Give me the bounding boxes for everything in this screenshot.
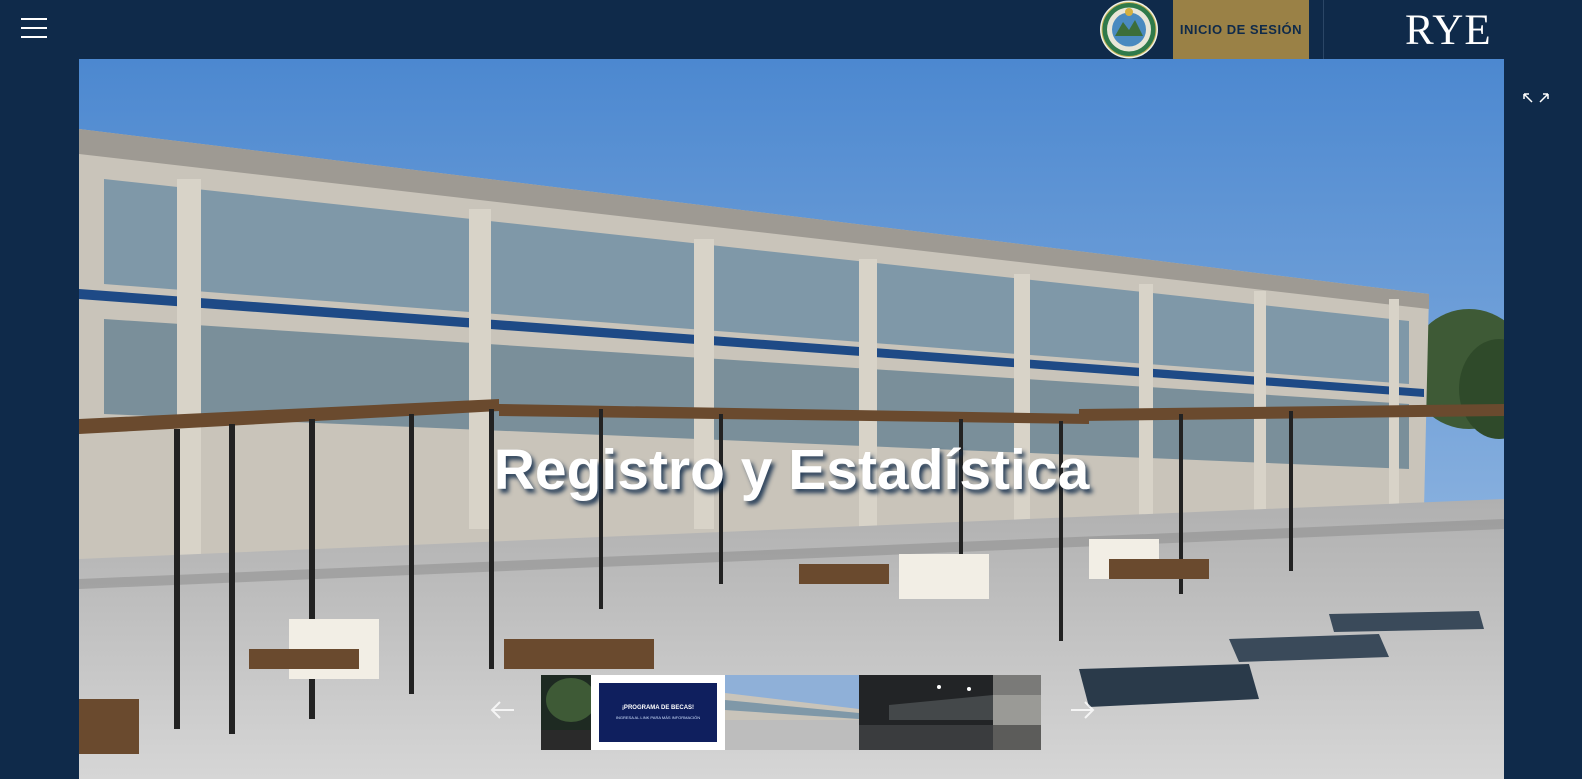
hero-title: Registro y Estadística [493, 438, 1090, 502]
promo-thumbnail: ¡PROGRAMA DE BECAS! INGRESA AL LINK PARA… [599, 683, 717, 742]
expand-icon[interactable] [1521, 90, 1551, 110]
site-logo[interactable]: RYE [1405, 6, 1492, 55]
hamburger-icon[interactable] [21, 18, 47, 40]
carousel-thumbnails: ¡PROGRAMA DE BECAS! INGRESA AL LINK PARA… [541, 675, 1041, 750]
promo-title: ¡PROGRAMA DE BECAS! [621, 705, 695, 711]
carousel-thumbnail[interactable] [725, 675, 859, 750]
header-divider [1323, 0, 1324, 59]
login-button[interactable]: INICIO DE SESIÓN [1173, 0, 1309, 59]
promo-subtitle: INGRESA AL LINK PARA MÁS INFORMACIÓN [615, 715, 701, 720]
carousel-thumbnail[interactable] [859, 675, 993, 750]
arrow-right-icon[interactable] [1067, 695, 1097, 725]
hero-background-image [79, 59, 1504, 779]
carousel-thumbnail[interactable] [993, 675, 1041, 750]
top-navbar: INICIO DE SESIÓN RYE [0, 0, 1582, 59]
university-seal-icon[interactable] [1099, 0, 1159, 59]
carousel-thumbnail-active[interactable]: ¡PROGRAMA DE BECAS! INGRESA AL LINK PARA… [591, 675, 725, 750]
carousel-thumbnail[interactable] [541, 675, 591, 750]
hero-banner: Registro y Estadística [79, 59, 1504, 779]
arrow-left-icon[interactable] [488, 695, 518, 725]
